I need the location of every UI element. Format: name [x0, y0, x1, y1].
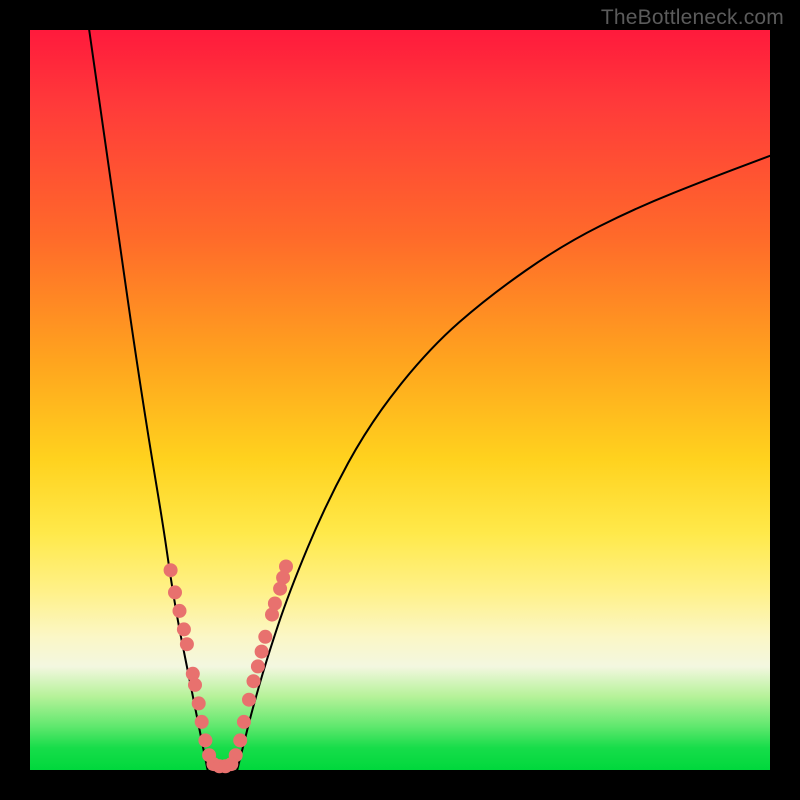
outer-frame: TheBottleneck.com [0, 0, 800, 800]
data-bead [164, 563, 178, 577]
data-bead [173, 604, 187, 618]
data-bead [180, 637, 194, 651]
watermark-text: TheBottleneck.com [601, 6, 784, 30]
data-bead [251, 659, 265, 673]
data-bead [168, 585, 182, 599]
data-bead [192, 696, 206, 710]
bead-group [164, 560, 293, 774]
data-bead [224, 757, 238, 771]
data-bead [258, 630, 272, 644]
data-bead [195, 715, 209, 729]
curve-svg [30, 30, 770, 770]
data-bead [198, 733, 212, 747]
data-bead [188, 678, 202, 692]
curve-right [237, 156, 770, 770]
data-bead [268, 597, 282, 611]
data-bead [242, 693, 256, 707]
data-bead [279, 560, 293, 574]
plot-area [30, 30, 770, 770]
data-bead [255, 645, 269, 659]
curve-left [89, 30, 207, 770]
data-bead [177, 622, 191, 636]
data-bead [233, 733, 247, 747]
data-bead [247, 674, 261, 688]
data-bead [237, 715, 251, 729]
